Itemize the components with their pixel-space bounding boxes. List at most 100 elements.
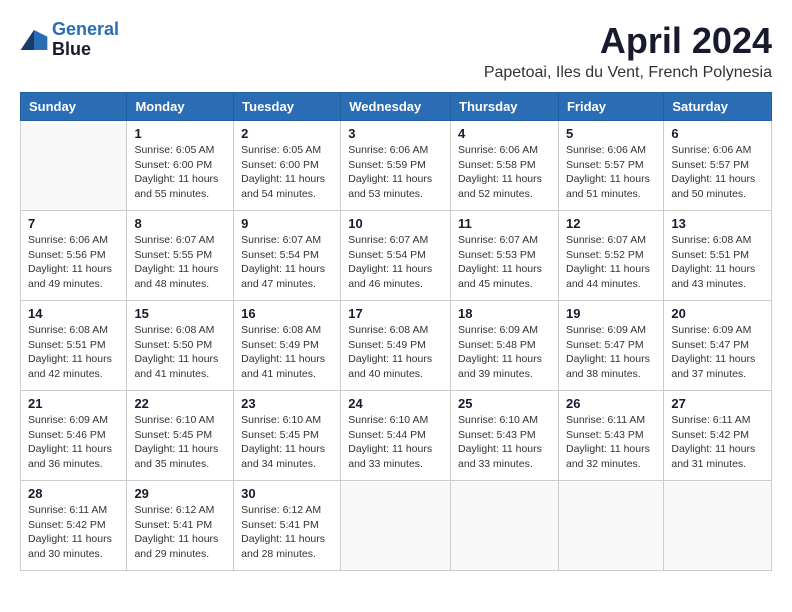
day-number: 25 xyxy=(458,396,551,411)
col-header-tuesday: Tuesday xyxy=(234,93,341,121)
calendar-cell: 10 Sunrise: 6:07 AM Sunset: 5:54 PM Dayli… xyxy=(341,211,451,301)
logo-icon xyxy=(20,30,48,50)
day-number: 29 xyxy=(134,486,226,501)
calendar-cell: 8 Sunrise: 6:07 AM Sunset: 5:55 PM Daylig… xyxy=(127,211,234,301)
day-number: 18 xyxy=(458,306,551,321)
day-info: Sunrise: 6:07 AM Sunset: 5:53 PM Dayligh… xyxy=(458,233,551,292)
calendar-cell: 24 Sunrise: 6:10 AM Sunset: 5:44 PM Dayli… xyxy=(341,391,451,481)
day-info: Sunrise: 6:08 AM Sunset: 5:51 PM Dayligh… xyxy=(671,233,764,292)
calendar-cell: 15 Sunrise: 6:08 AM Sunset: 5:50 PM Dayli… xyxy=(127,301,234,391)
calendar-cell: 11Sunrise: 6:07 AM Sunset: 5:53 PM Dayli… xyxy=(451,211,559,301)
logo-text: General Blue xyxy=(52,20,119,60)
day-number: 26 xyxy=(566,396,656,411)
day-number: 13 xyxy=(671,216,764,231)
calendar-cell: 3 Sunrise: 6:06 AM Sunset: 5:59 PM Daylig… xyxy=(341,121,451,211)
calendar-cell: 25 Sunrise: 6:10 AM Sunset: 5:43 PM Dayli… xyxy=(451,391,559,481)
calendar-cell: 16 Sunrise: 6:08 AM Sunset: 5:49 PM Dayli… xyxy=(234,301,341,391)
calendar-cell xyxy=(664,481,772,571)
col-header-friday: Friday xyxy=(558,93,663,121)
calendar-cell: 14Sunrise: 6:08 AM Sunset: 5:51 PM Dayli… xyxy=(21,301,127,391)
day-info: Sunrise: 6:09 AM Sunset: 5:47 PM Dayligh… xyxy=(671,323,764,382)
day-info: Sunrise: 6:07 AM Sunset: 5:54 PM Dayligh… xyxy=(241,233,333,292)
day-info: Sunrise: 6:06 AM Sunset: 5:59 PM Dayligh… xyxy=(348,143,443,202)
calendar-cell xyxy=(21,121,127,211)
day-number: 4 xyxy=(458,126,551,141)
col-header-saturday: Saturday xyxy=(664,93,772,121)
title-block: April 2024 Papetoai, Iles du Vent, Frenc… xyxy=(484,20,772,82)
day-number: 2 xyxy=(241,126,333,141)
calendar-table: SundayMondayTuesdayWednesdayThursdayFrid… xyxy=(20,92,772,571)
day-info: Sunrise: 6:06 AM Sunset: 5:56 PM Dayligh… xyxy=(28,233,119,292)
calendar-cell: 20 Sunrise: 6:09 AM Sunset: 5:47 PM Dayli… xyxy=(664,301,772,391)
day-info: Sunrise: 6:08 AM Sunset: 5:49 PM Dayligh… xyxy=(348,323,443,382)
calendar-cell: 23Sunrise: 6:10 AM Sunset: 5:45 PM Dayli… xyxy=(234,391,341,481)
calendar-cell: 28Sunrise: 6:11 AM Sunset: 5:42 PM Dayli… xyxy=(21,481,127,571)
day-number: 27 xyxy=(671,396,764,411)
day-number: 23 xyxy=(241,396,333,411)
col-header-monday: Monday xyxy=(127,93,234,121)
day-number: 15 xyxy=(134,306,226,321)
day-number: 9 xyxy=(241,216,333,231)
day-info: Sunrise: 6:10 AM Sunset: 5:45 PM Dayligh… xyxy=(134,413,226,472)
calendar-cell: 18 Sunrise: 6:09 AM Sunset: 5:48 PM Dayli… xyxy=(451,301,559,391)
day-info: Sunrise: 6:08 AM Sunset: 5:50 PM Dayligh… xyxy=(134,323,226,382)
week-row-1: 1Sunrise: 6:05 AM Sunset: 6:00 PM Daylig… xyxy=(21,121,772,211)
week-row-4: 21 Sunrise: 6:09 AM Sunset: 5:46 PM Dayli… xyxy=(21,391,772,481)
day-number: 3 xyxy=(348,126,443,141)
calendar-cell: 17 Sunrise: 6:08 AM Sunset: 5:49 PM Dayli… xyxy=(341,301,451,391)
calendar-cell: 21 Sunrise: 6:09 AM Sunset: 5:46 PM Dayli… xyxy=(21,391,127,481)
calendar-cell xyxy=(558,481,663,571)
col-header-wednesday: Wednesday xyxy=(341,93,451,121)
day-number: 16 xyxy=(241,306,333,321)
day-number: 8 xyxy=(134,216,226,231)
day-info: Sunrise: 6:09 AM Sunset: 5:48 PM Dayligh… xyxy=(458,323,551,382)
calendar-cell: 30 Sunrise: 6:12 AM Sunset: 5:41 PM Dayli… xyxy=(234,481,341,571)
day-info: Sunrise: 6:12 AM Sunset: 5:41 PM Dayligh… xyxy=(241,503,333,562)
day-info: Sunrise: 6:07 AM Sunset: 5:54 PM Dayligh… xyxy=(348,233,443,292)
day-info: Sunrise: 6:05 AM Sunset: 6:00 PM Dayligh… xyxy=(134,143,226,202)
calendar-cell: 1Sunrise: 6:05 AM Sunset: 6:00 PM Daylig… xyxy=(127,121,234,211)
calendar-cell: 2 Sunrise: 6:05 AM Sunset: 6:00 PM Daylig… xyxy=(234,121,341,211)
day-number: 7 xyxy=(28,216,119,231)
day-info: Sunrise: 6:10 AM Sunset: 5:44 PM Dayligh… xyxy=(348,413,443,472)
day-number: 19 xyxy=(566,306,656,321)
col-header-thursday: Thursday xyxy=(451,93,559,121)
calendar-cell: 29 Sunrise: 6:12 AM Sunset: 5:41 PM Dayli… xyxy=(127,481,234,571)
day-info: Sunrise: 6:11 AM Sunset: 5:42 PM Dayligh… xyxy=(671,413,764,472)
calendar-cell: 13 Sunrise: 6:08 AM Sunset: 5:51 PM Dayli… xyxy=(664,211,772,301)
day-number: 21 xyxy=(28,396,119,411)
day-number: 30 xyxy=(241,486,333,501)
day-info: Sunrise: 6:09 AM Sunset: 5:47 PM Dayligh… xyxy=(566,323,656,382)
day-info: Sunrise: 6:08 AM Sunset: 5:49 PM Dayligh… xyxy=(241,323,333,382)
day-info: Sunrise: 6:09 AM Sunset: 5:46 PM Dayligh… xyxy=(28,413,119,472)
day-number: 10 xyxy=(348,216,443,231)
day-info: Sunrise: 6:11 AM Sunset: 5:43 PM Dayligh… xyxy=(566,413,656,472)
calendar-cell: 27 Sunrise: 6:11 AM Sunset: 5:42 PM Dayli… xyxy=(664,391,772,481)
day-info: Sunrise: 6:06 AM Sunset: 5:58 PM Dayligh… xyxy=(458,143,551,202)
calendar-cell: 22 Sunrise: 6:10 AM Sunset: 5:45 PM Dayli… xyxy=(127,391,234,481)
day-number: 12 xyxy=(566,216,656,231)
day-number: 20 xyxy=(671,306,764,321)
calendar-header-row: SundayMondayTuesdayWednesdayThursdayFrid… xyxy=(21,93,772,121)
day-info: Sunrise: 6:12 AM Sunset: 5:41 PM Dayligh… xyxy=(134,503,226,562)
day-info: Sunrise: 6:05 AM Sunset: 6:00 PM Dayligh… xyxy=(241,143,333,202)
day-info: Sunrise: 6:07 AM Sunset: 5:55 PM Dayligh… xyxy=(134,233,226,292)
calendar-cell xyxy=(451,481,559,571)
calendar-cell: 9 Sunrise: 6:07 AM Sunset: 5:54 PM Daylig… xyxy=(234,211,341,301)
calendar-cell: 12Sunrise: 6:07 AM Sunset: 5:52 PM Dayli… xyxy=(558,211,663,301)
day-info: Sunrise: 6:11 AM Sunset: 5:42 PM Dayligh… xyxy=(28,503,119,562)
day-number: 24 xyxy=(348,396,443,411)
calendar-cell: 5Sunrise: 6:06 AM Sunset: 5:57 PM Daylig… xyxy=(558,121,663,211)
col-header-sunday: Sunday xyxy=(21,93,127,121)
page-header: General Blue April 2024 Papetoai, Iles d… xyxy=(20,20,772,82)
calendar-cell: 19 Sunrise: 6:09 AM Sunset: 5:47 PM Dayli… xyxy=(558,301,663,391)
week-row-5: 28Sunrise: 6:11 AM Sunset: 5:42 PM Dayli… xyxy=(21,481,772,571)
logo: General Blue xyxy=(20,20,119,60)
day-number: 22 xyxy=(134,396,226,411)
day-number: 14 xyxy=(28,306,119,321)
day-info: Sunrise: 6:10 AM Sunset: 5:43 PM Dayligh… xyxy=(458,413,551,472)
day-number: 17 xyxy=(348,306,443,321)
day-info: Sunrise: 6:06 AM Sunset: 5:57 PM Dayligh… xyxy=(671,143,764,202)
day-info: Sunrise: 6:06 AM Sunset: 5:57 PM Dayligh… xyxy=(566,143,656,202)
calendar-cell: 6Sunrise: 6:06 AM Sunset: 5:57 PM Daylig… xyxy=(664,121,772,211)
